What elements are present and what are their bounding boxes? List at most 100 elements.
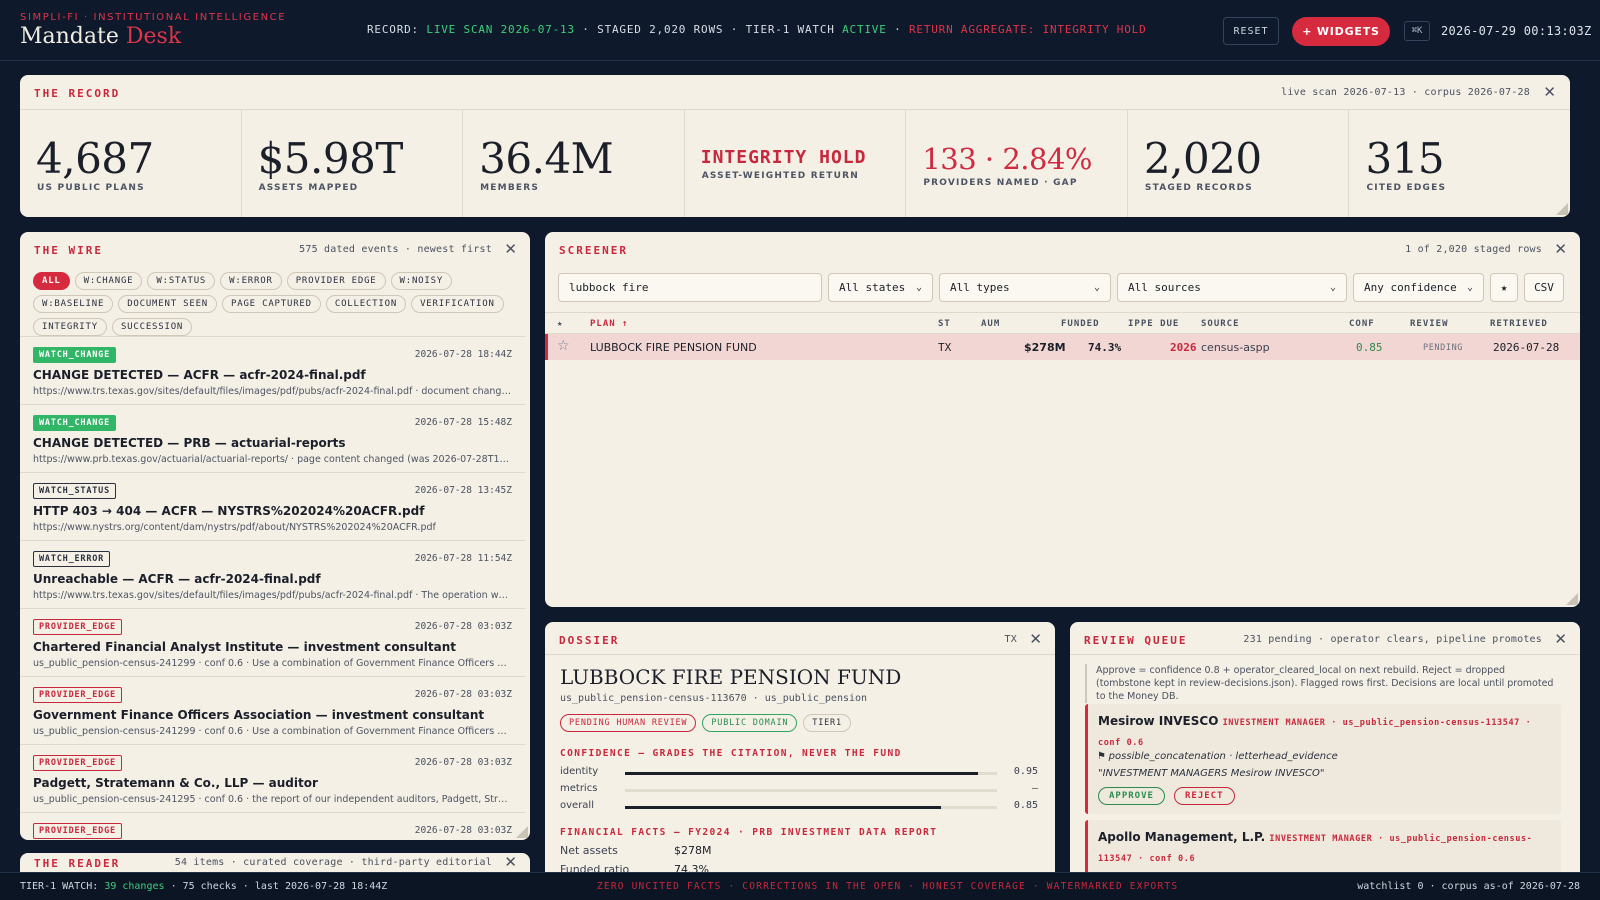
event-tag: PROVIDER_EDGE — [33, 823, 122, 839]
command-palette-shortcut[interactable]: ⌘K — [1404, 21, 1430, 41]
cell-funded: 74.3% — [1088, 341, 1122, 354]
stat-value: 133 · 2.84% — [922, 142, 1092, 176]
col-review[interactable]: REVIEW — [1410, 319, 1449, 329]
clock: 2026-07-29 00:13:03Z — [1441, 24, 1592, 38]
col-star[interactable]: ★ — [557, 319, 563, 329]
close-icon[interactable]: ✕ — [504, 240, 517, 258]
wire-event[interactable]: PROVIDER_EDGE 2026-07-28 03:03Z Governme… — [20, 676, 525, 744]
reject-button[interactable]: REJECT — [1174, 787, 1235, 805]
confidence-label: identity — [560, 766, 599, 777]
starred-filter-button[interactable]: ★ — [1490, 273, 1518, 302]
reader-panel: THE READER 54 items · curated coverage ·… — [20, 853, 530, 873]
close-icon[interactable]: ✕ — [1029, 630, 1042, 648]
col-funded[interactable]: FUNDED — [1061, 319, 1100, 329]
tier-badge: TIER1 — [803, 714, 851, 732]
col-aum[interactable]: AUM — [981, 319, 1000, 329]
search-value: lubbock fire — [569, 281, 649, 294]
resize-handle[interactable] — [516, 826, 528, 838]
cell-aum: $278M — [1024, 341, 1066, 354]
stat-value: 4,687 — [36, 134, 154, 183]
watch-changes[interactable]: 39 changes — [104, 881, 164, 892]
event-title: HTTP 403 → 404 — ACFR — NYSTRS%202024%20… — [33, 504, 425, 518]
watch-summary: TIER-1 WATCH: 39 changes · 75 checks · l… — [20, 881, 387, 892]
watch-rest: · 75 checks · last 2026-07-28 18:44Z — [170, 881, 388, 892]
chip-w-status[interactable]: W:STATUS — [147, 272, 216, 290]
plan-id: us_public_pension-census-113670 · us_pub… — [560, 693, 868, 704]
event-tag: WATCH_STATUS — [33, 483, 117, 499]
col-retrieved[interactable]: RETRIEVED — [1490, 319, 1548, 329]
review-card-title: Mesirow INVESCO INVESTMENT MANAGER · us_… — [1098, 712, 1558, 752]
top-header: SIMPLI-FI · INSTITUTIONAL INTELLIGENCE M… — [0, 0, 1600, 61]
chip-w-noisy[interactable]: W:NOISY — [390, 272, 453, 290]
star-toggle-icon[interactable]: ☆ — [557, 338, 570, 354]
chevron-down-icon: ⌄ — [1329, 282, 1336, 293]
chip-w-baseline[interactable]: W:BASELINE — [33, 295, 114, 313]
resize-handle[interactable] — [1566, 593, 1578, 605]
event-title: Padgett, Stratemann & Co., LLP — auditor — [33, 776, 318, 790]
wire-event[interactable]: WATCH_ERROR 2026-07-28 11:54Z Unreachabl… — [20, 540, 525, 608]
table-header: ★ PLAN ↑ ST AUM FUNDED IPPE DUE SOURCE C… — [545, 312, 1580, 334]
close-icon[interactable]: ✕ — [1543, 83, 1556, 101]
dossier-title: DOSSIER — [559, 634, 620, 647]
chip-succession[interactable]: SUCCESSION — [111, 318, 193, 336]
state-select[interactable]: All states ⌄ — [828, 273, 933, 302]
col-plan[interactable]: PLAN ↑ — [590, 319, 629, 329]
confidence-select[interactable]: Any confidence ⌄ — [1353, 273, 1484, 302]
wire-event[interactable]: PROVIDER_EDGE 2026-07-28 03:03Z Chartere… — [20, 608, 525, 676]
wire-event[interactable]: PROVIDER_EDGE 2026-07-28 03:03Z — [20, 812, 525, 840]
csv-export-button[interactable]: CSV — [1524, 273, 1564, 302]
chip-w-change[interactable]: W:CHANGE — [74, 272, 143, 290]
brand-kicker: SIMPLI-FI · INSTITUTIONAL INTELLIGENCE — [20, 12, 287, 23]
chip-w-error[interactable]: W:ERROR — [220, 272, 282, 290]
chip-all[interactable]: ALL — [33, 272, 70, 290]
stat-label: US PUBLIC PLANS — [37, 183, 145, 193]
event-time: 2026-07-28 13:45Z — [414, 485, 512, 496]
wire-event[interactable]: WATCH_STATUS 2026-07-28 13:45Z HTTP 403 … — [20, 472, 525, 540]
stat-label: PROVIDERS NAMED · GAP — [923, 178, 1078, 188]
event-tag: WATCH_CHANGE — [33, 415, 117, 431]
wire-title: THE WIRE — [34, 244, 103, 257]
wire-event[interactable]: PROVIDER_EDGE 2026-07-28 03:03Z Padgett,… — [20, 744, 525, 812]
screener-panel: SCREENER 1 of 2,020 staged rows ✕ lubboc… — [545, 232, 1580, 607]
event-time: 2026-07-28 11:54Z — [414, 553, 512, 564]
chip-page-captured[interactable]: PAGE CAPTURED — [222, 295, 321, 313]
provider-name: Mesirow INVESCO — [1098, 714, 1219, 728]
chip-document-seen[interactable]: DOCUMENT SEEN — [118, 295, 218, 313]
divider — [545, 654, 1055, 655]
wire-event[interactable]: WATCH_CHANGE 2026-07-28 18:44Z CHANGE DE… — [20, 336, 525, 404]
source-select[interactable]: All sources ⌄ — [1117, 273, 1347, 302]
close-icon[interactable]: ✕ — [1554, 630, 1567, 648]
close-icon[interactable]: ✕ — [504, 853, 517, 871]
col-conf[interactable]: CONF — [1349, 319, 1375, 329]
col-ippe-due[interactable]: IPPE DUE — [1128, 319, 1179, 329]
review-evidence: "INVESTMENT MANAGERS Mesirow INVESCO" — [1098, 768, 1325, 779]
stat-plans: 4,687 US PUBLIC PLANS — [20, 110, 242, 217]
review-title: REVIEW QUEUE — [1084, 634, 1188, 647]
type-select-value: All types — [950, 281, 1010, 294]
approve-button[interactable]: APPROVE — [1098, 787, 1165, 805]
wire-event[interactable]: WATCH_CHANGE 2026-07-28 15:48Z CHANGE DE… — [20, 404, 525, 472]
resize-handle[interactable] — [1556, 203, 1568, 215]
col-state[interactable]: ST — [938, 319, 951, 329]
table-row[interactable]: ☆ LUBBOCK FIRE PENSION FUND TX $278M 74.… — [545, 334, 1580, 360]
chip-collection[interactable]: COLLECTION — [325, 295, 407, 313]
stat-label: MEMBERS — [480, 183, 540, 193]
add-widgets-button[interactable]: + WIDGETS — [1292, 17, 1390, 46]
chip-verification[interactable]: VERIFICATION — [411, 295, 504, 313]
record-return: RETURN AGGREGATE: INTEGRITY HOLD — [908, 23, 1147, 36]
footer-corpus: watchlist 0 · corpus as-of 2026-07-28 — [1357, 881, 1580, 892]
chip-provider-edge[interactable]: PROVIDER EDGE — [286, 272, 386, 290]
confidence-heading: CONFIDENCE — GRADES THE CITATION, NEVER … — [560, 748, 902, 759]
event-time: 2026-07-28 03:03Z — [414, 757, 512, 768]
close-icon[interactable]: ✕ — [1554, 240, 1567, 258]
chip-integrity[interactable]: INTEGRITY — [33, 318, 107, 336]
col-source[interactable]: SOURCE — [1201, 319, 1240, 329]
reset-button[interactable]: RESET — [1223, 17, 1279, 45]
review-queue-panel: REVIEW QUEUE 231 pending · operator clea… — [1070, 622, 1580, 872]
search-input[interactable]: lubbock fire — [558, 273, 822, 302]
record-title: THE RECORD — [34, 87, 121, 100]
app-title-accent: Desk — [125, 24, 182, 49]
type-select[interactable]: All types ⌄ — [939, 273, 1111, 302]
confidence-metrics: metrics — — [560, 783, 1038, 797]
event-time: 2026-07-28 15:48Z — [414, 417, 512, 428]
